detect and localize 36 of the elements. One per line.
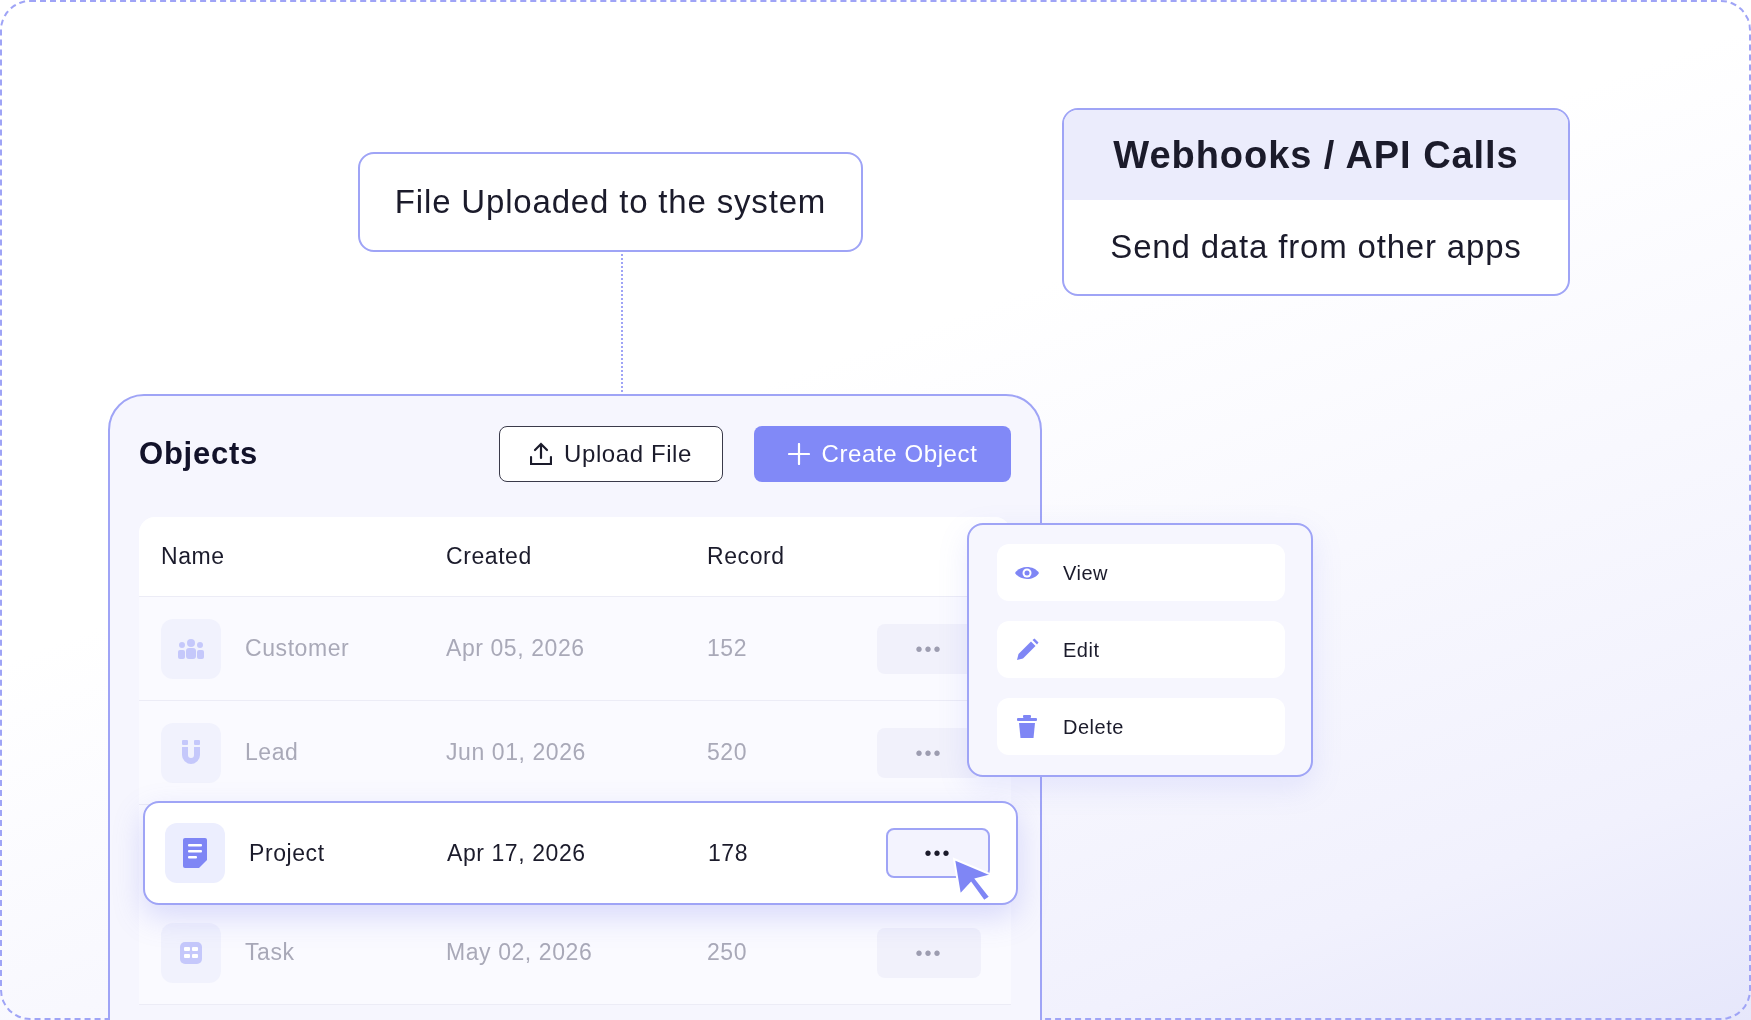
highlighted-row[interactable]: Project Apr 17, 2026 178 •••	[143, 801, 1018, 905]
source-subtitle: Send data from other apps	[1110, 227, 1522, 268]
more-actions-button[interactable]: •••	[877, 927, 981, 978]
record-cell-text: 178	[708, 838, 749, 868]
name-cell-text: Lead	[245, 738, 299, 768]
menu-item[interactable]: Edit	[997, 621, 1285, 678]
pencil-icon	[1015, 637, 1039, 662]
created-cell-text: Jun 01, 2026	[446, 738, 587, 768]
column-header: Created	[446, 542, 533, 572]
column-header: Name	[161, 542, 226, 572]
upload-icon	[530, 442, 552, 466]
record-cell-text: 520	[707, 738, 748, 768]
menu-item[interactable]: Delete	[997, 698, 1285, 755]
create-object-button[interactable]: Create Object	[754, 426, 1011, 482]
eye-icon	[1014, 564, 1040, 581]
record-cell-text: 250	[707, 938, 748, 968]
people-icon	[177, 636, 205, 661]
plus-icon	[787, 443, 810, 465]
column-header: Record	[707, 542, 786, 572]
grid-icon	[179, 940, 203, 965]
panel-title: Objects	[139, 434, 259, 473]
created-cell-text: Apr 17, 2026	[447, 838, 587, 868]
record-cell-text: 152	[707, 634, 748, 664]
menu-item[interactable]: View	[997, 544, 1285, 601]
magnet-icon	[179, 738, 203, 767]
source-title: Webhooks / API Calls	[1113, 132, 1519, 178]
created-cell-text: May 02, 2026	[446, 938, 594, 968]
document-icon	[182, 837, 208, 869]
trigger-text: File Uploaded to the system	[394, 182, 827, 223]
trash-icon	[1017, 714, 1037, 739]
name-cell-text: Task	[245, 938, 295, 968]
created-cell-text: Apr 05, 2026	[446, 634, 586, 664]
name-cell-text: Project	[249, 838, 325, 868]
name-cell-text: Customer	[245, 634, 350, 664]
table-row[interactable]: Task May 02, 2026 250 •••	[139, 901, 1011, 1005]
upload-file-button[interactable]: Upload File	[499, 426, 723, 482]
